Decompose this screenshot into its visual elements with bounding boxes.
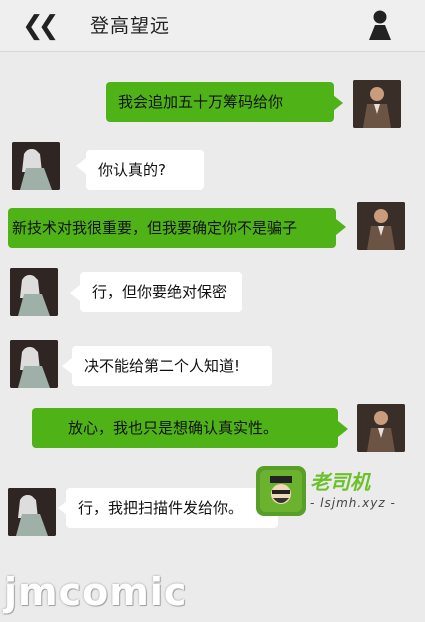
message-bubble-sent: 新技术对我很重要，但我要确定你不是骗子 [8, 208, 336, 248]
watermark-site-name: 老司机 [310, 470, 370, 494]
avatar[interactable] [353, 80, 401, 128]
person-icon [369, 10, 391, 40]
avatar[interactable] [10, 340, 58, 388]
chat-header: ❮❮ 登高望远 [0, 0, 425, 52]
back-button[interactable]: ❮❮ [22, 11, 59, 41]
message-bubble-received: 决不能给第二个人知道! [72, 346, 272, 386]
watermark-url: - lsjmh.xyz - [310, 496, 396, 510]
message-bubble-received: 行，但你要绝对保密 [80, 272, 242, 312]
double-chevron-left-icon: ❮❮ [22, 11, 59, 41]
avatar[interactable] [357, 404, 405, 452]
page-title: 登高望远 [90, 15, 171, 37]
message-text: 你认真的? [98, 161, 166, 179]
message-text: 决不能给第二个人知道! [84, 357, 241, 375]
message-bubble-sent: 我会追加五十万筹码给你 [106, 82, 334, 122]
watermark-brand: jmcomic [4, 570, 188, 614]
message-bubble-sent: 放心，我也只是想确认真实性。 [32, 408, 338, 448]
avatar[interactable] [12, 142, 60, 190]
message-text: 新技术对我很重要，但我要确定你不是骗子 [12, 219, 298, 237]
avatar[interactable] [8, 488, 56, 536]
profile-button[interactable] [367, 9, 393, 41]
message-text: 行，但你要绝对保密 [92, 283, 228, 301]
message-bubble-received: 行，我把扫描件发给你。 [66, 488, 278, 528]
message-bubble-received: 你认真的? [86, 150, 204, 190]
watermark-logo [256, 466, 306, 516]
message-text: 放心，我也只是想确认真实性。 [68, 419, 279, 437]
message-text: 行，我把扫描件发给你。 [78, 499, 244, 517]
avatar[interactable] [10, 268, 58, 316]
message-text: 我会追加五十万筹码给你 [118, 93, 284, 111]
avatar[interactable] [357, 202, 405, 250]
